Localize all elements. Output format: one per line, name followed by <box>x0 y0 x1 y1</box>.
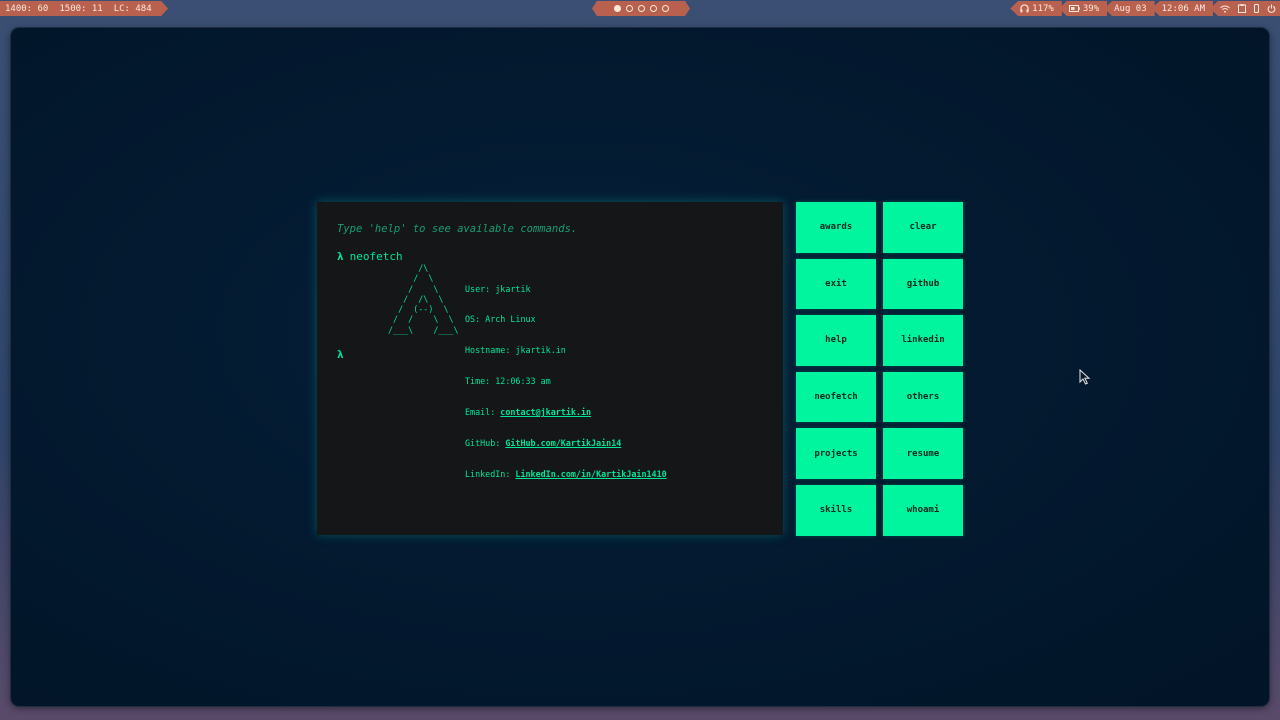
notification-icon[interactable] <box>1254 4 1259 13</box>
clear-button[interactable]: clear <box>883 202 963 253</box>
prompt-symbol: λ <box>337 348 344 361</box>
date-text: Aug 03 <box>1114 3 1147 14</box>
clipboard-icon[interactable] <box>1238 4 1246 13</box>
workspace-2[interactable] <box>625 5 633 12</box>
prompt-symbol: λ <box>337 250 344 263</box>
date-widget[interactable]: Aug 03 <box>1104 1 1155 16</box>
resume-button[interactable]: resume <box>883 428 963 479</box>
battery-icon <box>1068 5 1080 12</box>
info-github: GitHub: GitHub.com/KartikJain14 <box>465 438 622 449</box>
exit-button[interactable]: exit <box>796 258 876 310</box>
neofetch-info: User: jkartik OS: Arch Linux Hostname: j… <box>465 263 667 500</box>
tray-icons <box>1210 1 1280 16</box>
stat-1400: 1400: 60 <box>5 3 49 14</box>
terminal[interactable]: Type 'help' to see available commands. λ… <box>317 202 783 535</box>
workspace-3[interactable] <box>637 5 645 12</box>
help-button[interactable]: help <box>796 315 876 366</box>
email-link[interactable]: contact@jkartik.in <box>500 407 591 417</box>
command-history-line: λ neofetch <box>337 250 403 263</box>
executed-command: neofetch <box>349 250 403 263</box>
info-hostname: Hostname: jkartik.in <box>465 345 566 356</box>
battery-level: 39% <box>1082 3 1100 14</box>
power-icon[interactable] <box>1267 4 1276 13</box>
linkedin-button[interactable]: linkedin <box>883 315 963 366</box>
github-button[interactable]: github <box>883 258 963 310</box>
linkedin-link[interactable]: LinkedIn.com/in/KartikJain1410 <box>515 469 666 479</box>
projects-button[interactable]: projects <box>796 428 876 479</box>
neofetch-button[interactable]: neofetch <box>796 371 876 423</box>
volume-level: 117% <box>1032 3 1054 14</box>
skills-button[interactable]: skills <box>796 484 876 536</box>
stat-lc: LC: 484 <box>113 3 152 14</box>
workspace-switcher <box>592 1 690 16</box>
system-tray: 117% 39% Aug 03 12:06 AM <box>1010 1 1280 16</box>
whoami-button[interactable]: whoami <box>883 484 963 536</box>
stats-widget: 1400: 60 1500: 11 LC: 484 <box>0 1 168 16</box>
info-email: Email: contact@jkartik.in <box>465 407 592 418</box>
clock-text: 12:06 AM <box>1161 3 1205 14</box>
github-link[interactable]: GitHub.com/KartikJain14 <box>505 438 621 448</box>
workspace-1[interactable] <box>613 5 621 12</box>
info-user: User: jkartik <box>465 283 531 294</box>
headphones-icon <box>1020 4 1029 13</box>
help-hint: Type 'help' to see available commands. <box>337 223 578 235</box>
battery-widget[interactable]: 39% <box>1058 1 1108 16</box>
wifi-icon[interactable] <box>1220 5 1230 13</box>
neofetch-ascii-art: /\ / \ / \ / /\ \ / (--) \ / / \ \ /___\… <box>388 263 459 335</box>
active-prompt-line[interactable]: λ <box>337 348 350 361</box>
info-os: OS: Arch Linux <box>465 314 536 325</box>
info-linkedin: LinkedIn: LinkedIn.com/in/KartikJain1410 <box>465 468 667 479</box>
volume-widget[interactable]: 117% <box>1010 1 1062 16</box>
info-time: Time: 12:06:33 am <box>465 376 551 387</box>
mouse-pointer-icon <box>1079 369 1091 385</box>
stat-1500: 1500: 11 <box>59 3 103 14</box>
awards-button[interactable]: awards <box>796 202 876 253</box>
top-status-bar: 1400: 60 1500: 11 LC: 484 117% 39% Aug 0… <box>0 0 1280 17</box>
workspace-4[interactable] <box>649 5 657 12</box>
others-button[interactable]: others <box>883 371 963 423</box>
clock-widget[interactable]: 12:06 AM <box>1151 1 1213 16</box>
command-button-grid: awards clear exit github help linkedin n… <box>796 202 963 536</box>
workspace-5[interactable] <box>661 5 669 12</box>
browser-window: Type 'help' to see available commands. λ… <box>11 28 1269 706</box>
